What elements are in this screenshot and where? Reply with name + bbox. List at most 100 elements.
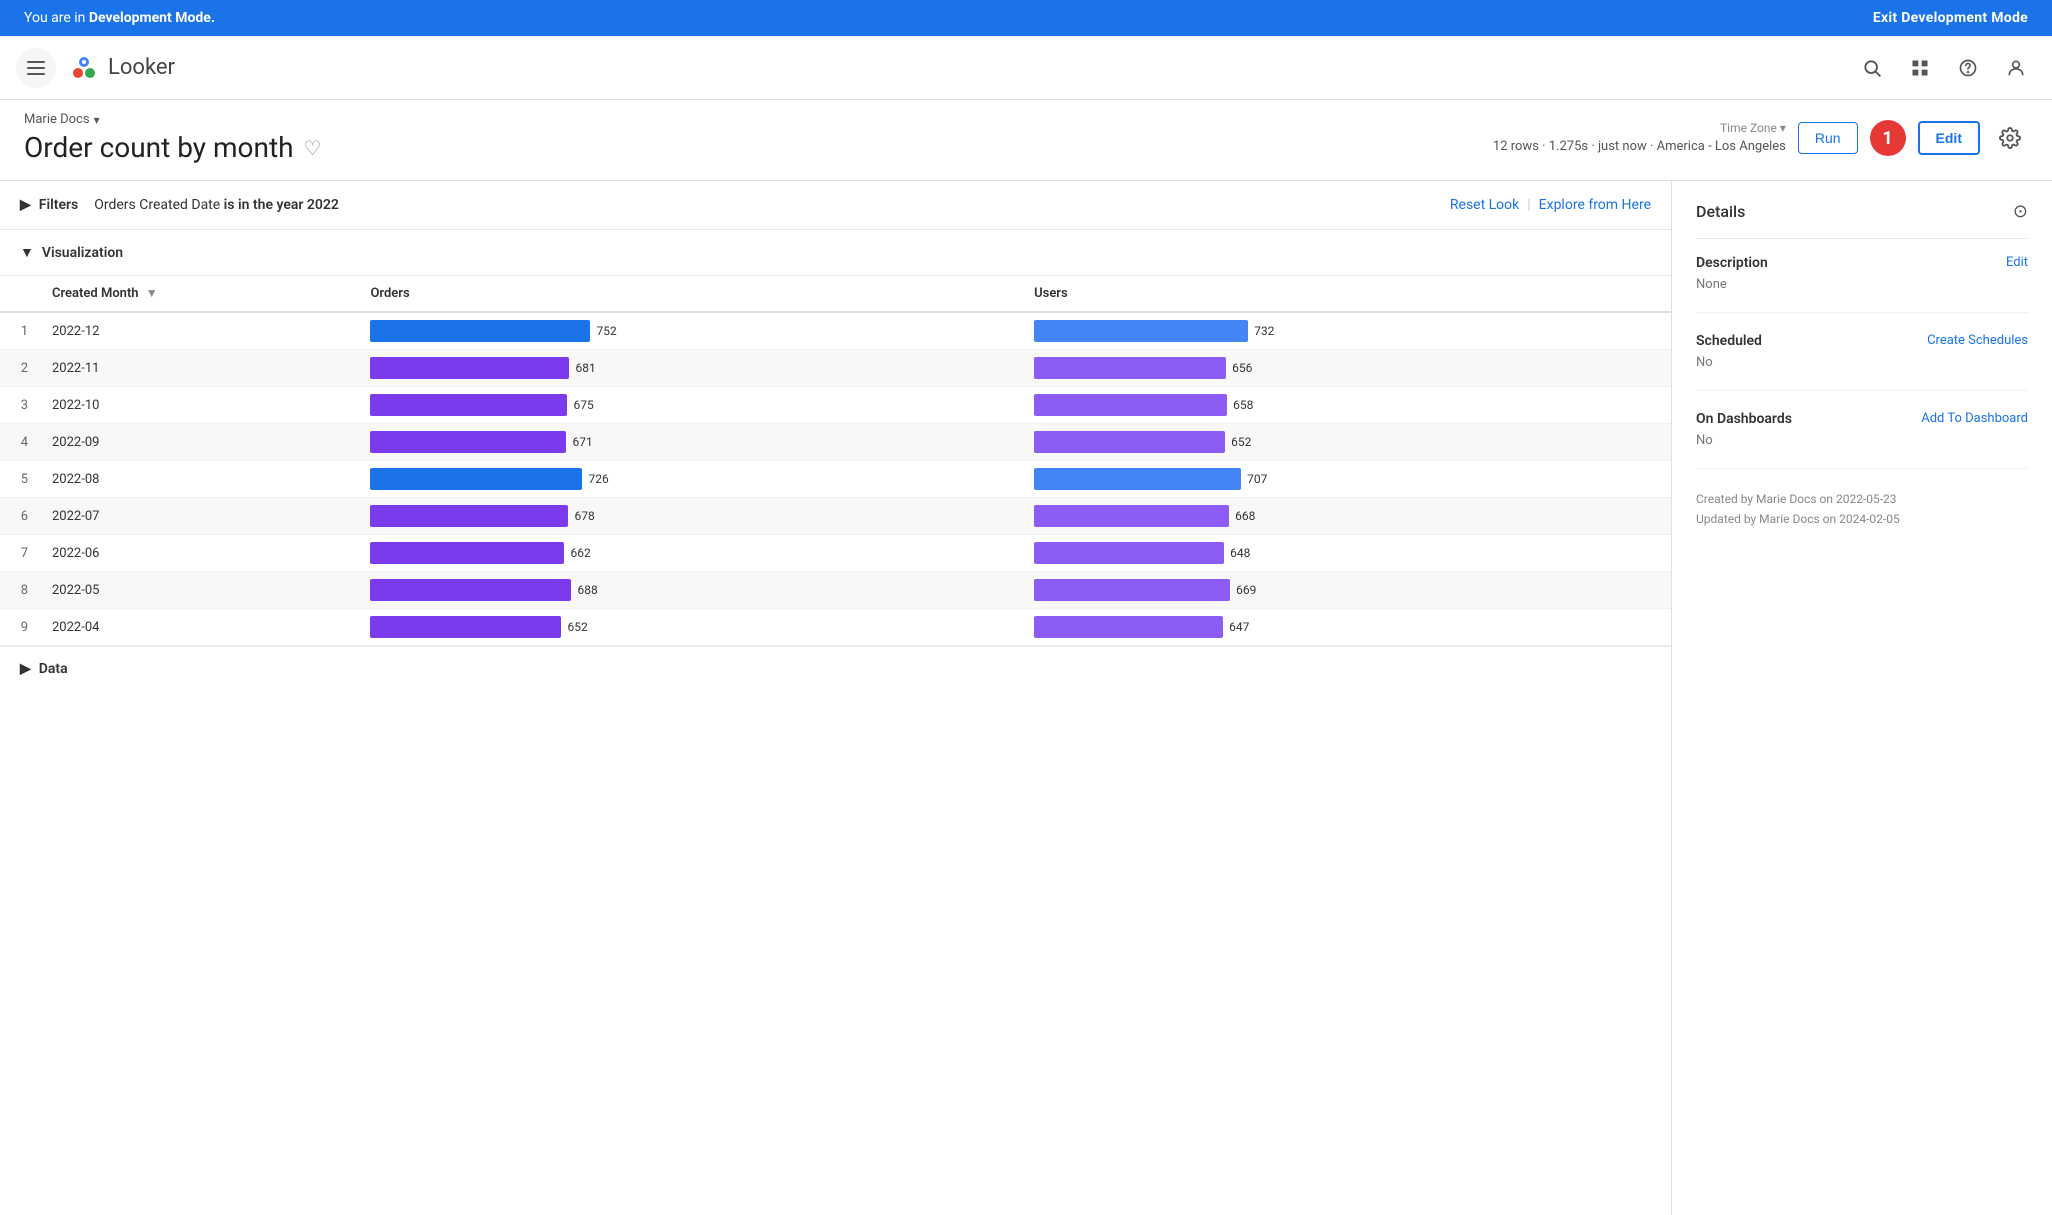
orders-value: 678: [574, 509, 594, 523]
users-bar-cell: 658: [1022, 387, 1671, 424]
created-by: Created by Marie Docs on 2022-05-23: [1696, 489, 2028, 509]
run-stats: 12 rows · 1.275s · just now · America - …: [1493, 137, 1786, 157]
col-header-num: [0, 276, 40, 312]
favorite-icon[interactable]: ♡: [304, 136, 322, 160]
explore-from-here-link[interactable]: Explore from Here: [1539, 197, 1651, 213]
row-number: 10: [0, 646, 40, 647]
search-button[interactable]: [1852, 48, 1892, 88]
breadcrumb-label: Marie Docs: [24, 112, 90, 127]
scheduled-label: Scheduled: [1696, 333, 1762, 349]
table-row: 2 2022-11 681 656: [0, 350, 1671, 387]
table-row: 4 2022-09 671 652: [0, 424, 1671, 461]
visualization-header[interactable]: ▼ Visualization: [0, 230, 1671, 276]
sidebar: Details ⊙ Description Edit None Schedule…: [1672, 181, 2052, 1215]
users-value: 658: [1233, 398, 1253, 412]
hamburger-icon: [27, 61, 45, 75]
orders-bar: [370, 542, 564, 564]
users-bar-cell: 669: [1022, 572, 1671, 609]
reset-look-link[interactable]: Reset Look: [1450, 197, 1519, 213]
logo-area: Looker: [68, 52, 1840, 84]
table-row: 5 2022-08 726 707: [0, 461, 1671, 498]
orders-bar: [370, 357, 569, 379]
orders-value: 652: [567, 620, 587, 634]
description-label: Description: [1696, 255, 1768, 271]
table-row: 1 2022-12 752 732: [0, 312, 1671, 350]
orders-value: 752: [596, 324, 616, 338]
header-actions: [1852, 48, 2036, 88]
filters-row: ▶ Filters Orders Created Date is in the …: [0, 181, 1671, 230]
users-bar: [1034, 505, 1229, 527]
orders-value: 681: [575, 361, 595, 375]
col-header-orders[interactable]: Orders: [358, 276, 1022, 312]
filters-chevron-icon: ▶: [20, 197, 31, 213]
col-header-users[interactable]: Users: [1022, 276, 1671, 312]
users-value: 647: [1229, 620, 1249, 634]
month-cell: 2022-06: [40, 535, 358, 572]
title-left: Marie Docs ▾ Order count by month ♡: [24, 112, 321, 164]
row-number: 8: [0, 572, 40, 609]
on-dashboards-label: On Dashboards: [1696, 411, 1792, 427]
timezone-chevron-icon: ▾: [1780, 121, 1786, 135]
grid-button[interactable]: [1900, 48, 1940, 88]
breadcrumb[interactable]: Marie Docs ▾: [24, 112, 321, 127]
month-cell: 2022-05: [40, 572, 358, 609]
edit-button[interactable]: Edit: [1918, 121, 1980, 155]
help-button[interactable]: [1948, 48, 1988, 88]
orders-bar-cell: 726: [358, 461, 1022, 498]
orders-bar-cell: 692: [358, 646, 1022, 647]
search-icon: [1862, 58, 1882, 78]
visualization-table-wrap[interactable]: Created Month ▼ Orders Users 1 2022-12 7…: [0, 276, 1671, 646]
create-schedules-link[interactable]: Create Schedules: [1927, 333, 2028, 348]
users-value: 652: [1231, 435, 1251, 449]
main-layout: ▶ Filters Orders Created Date is in the …: [0, 181, 2052, 1215]
data-chevron-icon: ▶: [20, 661, 31, 677]
run-button[interactable]: Run: [1798, 122, 1858, 154]
user-icon: [2006, 58, 2026, 78]
month-cell: 2022-12: [40, 312, 358, 350]
users-value: 732: [1254, 324, 1274, 338]
orders-bar: [370, 431, 566, 453]
add-to-dashboard-link[interactable]: Add To Dashboard: [1921, 411, 2028, 426]
looker-logo-icon: [68, 52, 100, 84]
table-row: 9 2022-04 652 647: [0, 609, 1671, 646]
sidebar-arrow-icon[interactable]: ⊙: [2013, 201, 2028, 222]
orders-value: 662: [570, 546, 590, 560]
orders-bar-cell: 681: [358, 350, 1022, 387]
data-section[interactable]: ▶ Data: [0, 646, 1671, 691]
dev-banner: You are in Development Mode. Exit Develo…: [0, 0, 2052, 36]
col-header-month[interactable]: Created Month ▼: [40, 276, 358, 312]
orders-bar: [370, 320, 590, 342]
users-bar: [1034, 468, 1241, 490]
filters-toggle[interactable]: ▶ Filters: [20, 197, 78, 213]
filters-label: Filters: [39, 197, 78, 213]
orders-bar: [370, 616, 561, 638]
scheduled-value: No: [1696, 355, 2028, 370]
description-edit-link[interactable]: Edit: [2006, 255, 2028, 270]
orders-bar: [370, 468, 582, 490]
orders-bar: [370, 579, 571, 601]
page-title: Order count by month ♡: [24, 131, 321, 164]
month-cell: 2022-08: [40, 461, 358, 498]
row-number: 3: [0, 387, 40, 424]
orders-bar-cell: 671: [358, 424, 1022, 461]
hamburger-button[interactable]: [16, 48, 56, 88]
user-button[interactable]: [1996, 48, 2036, 88]
table-row: 7 2022-06 662 648: [0, 535, 1671, 572]
users-bar: [1034, 357, 1226, 379]
users-value: 648: [1230, 546, 1250, 560]
sidebar-details-title: Details: [1696, 202, 1745, 221]
month-cell: 2022-07: [40, 498, 358, 535]
exit-dev-mode-button[interactable]: Exit Development Mode: [1873, 10, 2028, 26]
orders-bar: [370, 394, 567, 416]
orders-bar-cell: 675: [358, 387, 1022, 424]
row-number: 9: [0, 609, 40, 646]
orders-bar-cell: 652: [358, 609, 1022, 646]
users-value: 707: [1247, 472, 1267, 486]
title-bar: Marie Docs ▾ Order count by month ♡ Time…: [0, 100, 2052, 181]
orders-bar: [370, 505, 568, 527]
settings-button[interactable]: [1992, 120, 2028, 156]
users-bar: [1034, 616, 1223, 638]
grid-icon: [1910, 58, 1930, 78]
table-row: 3 2022-10 675 658: [0, 387, 1671, 424]
users-bar: [1034, 431, 1225, 453]
